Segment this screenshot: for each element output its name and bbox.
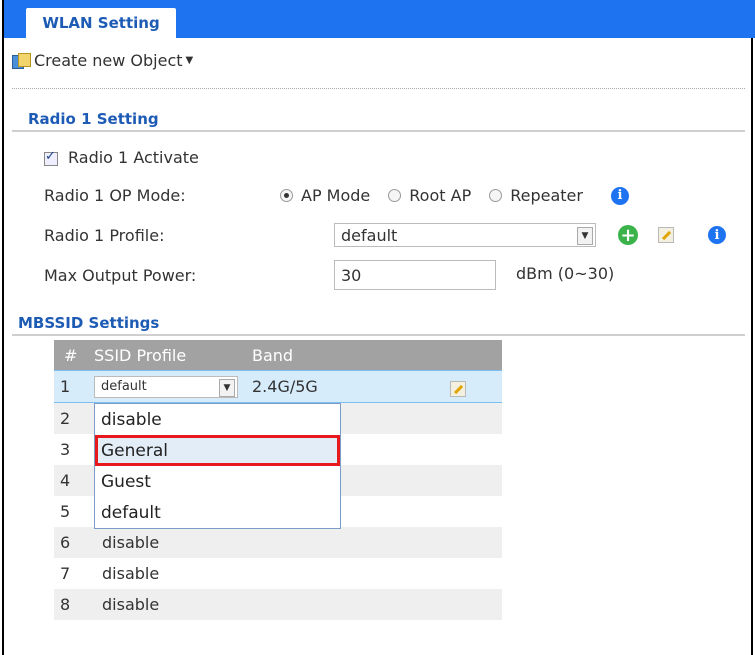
object-icon: [12, 53, 31, 69]
create-object-menu[interactable]: Create new Object ▼: [12, 48, 193, 72]
radio-button[interactable]: [489, 189, 503, 202]
radio-activate-checkbox[interactable]: [44, 149, 58, 166]
table-row[interactable]: 1 default ▼ 2.4G/5G: [54, 370, 502, 403]
section-title-radio: Radio 1 Setting: [28, 110, 159, 128]
table-row[interactable]: 7 disable: [54, 558, 502, 589]
ssid-profile-select[interactable]: default ▼: [94, 375, 238, 398]
edit-icon[interactable]: [450, 381, 466, 397]
ssid-profile-dropdown-list: disable General Guest default: [94, 403, 341, 529]
dropdown-option-default[interactable]: default: [95, 497, 340, 528]
radio-option-repeater[interactable]: Repeater: [489, 186, 583, 205]
row-number: 8: [54, 589, 94, 620]
power-unit-label: dBm (0~30): [516, 264, 615, 283]
dropdown-option-disable[interactable]: disable: [95, 404, 340, 435]
column-header: Band: [252, 340, 502, 371]
band-cell: [252, 589, 502, 620]
row-number: 5: [54, 496, 94, 527]
row-number: 3: [54, 434, 94, 465]
divider: [12, 88, 745, 89]
row-number: 6: [54, 527, 94, 558]
edit-icon[interactable]: [658, 227, 674, 243]
table-header-row: # SSID Profile Band: [54, 340, 502, 371]
band-cell: [252, 527, 502, 558]
radio-profile-value: default: [341, 225, 398, 245]
power-label: Max Output Power:: [44, 266, 197, 285]
create-object-label: Create new Object: [34, 50, 183, 70]
tab-bar: WLAN Setting: [4, 0, 755, 38]
chevron-down-icon[interactable]: ▼: [219, 378, 235, 397]
band-cell: 2.4G/5G: [252, 370, 502, 403]
ssid-profile-value: default: [101, 379, 147, 394]
app-frame: WLAN Setting Create new Object ▼ Radio 1…: [2, 0, 755, 655]
column-header: SSID Profile: [94, 340, 252, 371]
radio-option-label: AP Mode: [301, 186, 371, 205]
info-icon[interactable]: i: [610, 186, 629, 205]
op-mode-label: Radio 1 OP Mode:: [44, 186, 186, 205]
radio-activate-label: Radio 1 Activate: [68, 148, 199, 167]
table-row[interactable]: 6 disable: [54, 527, 502, 558]
op-mode-radio-group: AP Mode Root AP Repeater i: [280, 186, 629, 205]
row-number: 4: [54, 465, 94, 496]
table-row[interactable]: 8 disable: [54, 589, 502, 620]
radio-option-root-ap[interactable]: Root AP: [388, 186, 471, 205]
dropdown-option-general[interactable]: General: [95, 435, 340, 466]
ssid-profile-cell: disable: [94, 589, 252, 620]
max-power-input[interactable]: 30: [334, 260, 496, 290]
row-number: 2: [54, 402, 94, 434]
tab-wlan-setting[interactable]: WLAN Setting: [26, 8, 176, 38]
section-line: [12, 334, 745, 336]
band-value: 2.4G/5G: [252, 377, 318, 396]
row-number: 1: [54, 370, 94, 403]
radio-profile-select[interactable]: default ▼: [334, 223, 596, 247]
section-title-mbssid: MBSSID Settings: [18, 314, 160, 332]
ssid-profile-cell: disable: [94, 527, 252, 558]
ssid-profile-cell: disable: [94, 558, 252, 589]
add-icon[interactable]: +: [618, 225, 638, 246]
caret-down-icon: ▼: [185, 54, 194, 66]
radio-button[interactable]: [280, 189, 293, 202]
ssid-profile-cell: default ▼: [94, 370, 252, 403]
band-cell: [252, 558, 502, 589]
profile-label: Radio 1 Profile:: [44, 226, 165, 245]
row-number: 7: [54, 558, 94, 589]
section-line: [12, 130, 745, 132]
chevron-down-icon[interactable]: ▼: [577, 227, 593, 245]
radio-option-ap-mode[interactable]: AP Mode: [280, 186, 370, 205]
radio-activate-row[interactable]: Radio 1 Activate: [44, 148, 199, 167]
info-icon[interactable]: i: [708, 226, 726, 244]
dropdown-option-guest[interactable]: Guest: [95, 466, 340, 497]
radio-option-label: Root AP: [409, 186, 472, 205]
radio-option-label: Repeater: [510, 186, 583, 205]
radio-button[interactable]: [388, 189, 402, 202]
max-power-value: 30: [341, 265, 362, 285]
column-header: #: [54, 340, 94, 371]
